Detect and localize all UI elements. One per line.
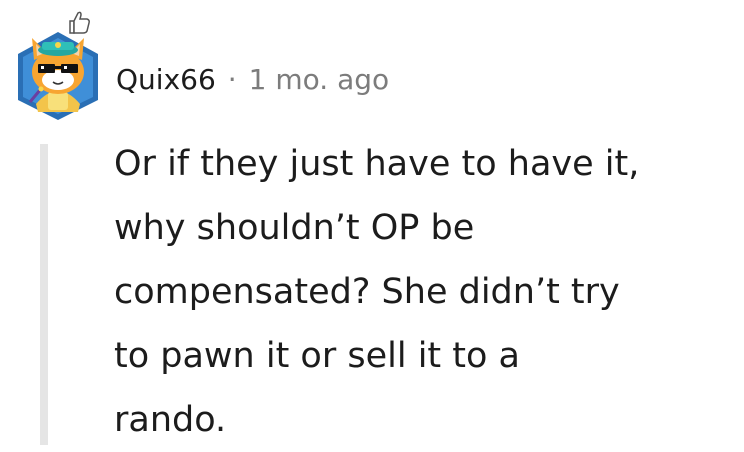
author-username[interactable]: Quix66 — [116, 58, 216, 102]
comment-body-line: why shouldn’t OP be — [114, 208, 475, 248]
comment-body-line: Or if they just have to have it, — [114, 144, 640, 184]
thumbs-up-icon — [69, 11, 90, 34]
thread-collapse-line[interactable] — [40, 144, 48, 445]
comment-body-line: rando. — [114, 400, 227, 440]
comment-body: Or if they just have to have it, why sho… — [114, 132, 724, 452]
comment-timestamp[interactable]: 1 mo. ago — [249, 58, 390, 102]
comment-meta: Quix66 · 1 mo. ago — [116, 58, 389, 102]
comment-body-line: to pawn it or sell it to a — [114, 336, 520, 376]
snoo-cat-avatar-icon — [18, 32, 98, 120]
meta-separator: · — [227, 63, 237, 96]
comment-body-line: compensated? She didn’t try — [114, 272, 620, 312]
user-avatar[interactable] — [8, 8, 108, 120]
